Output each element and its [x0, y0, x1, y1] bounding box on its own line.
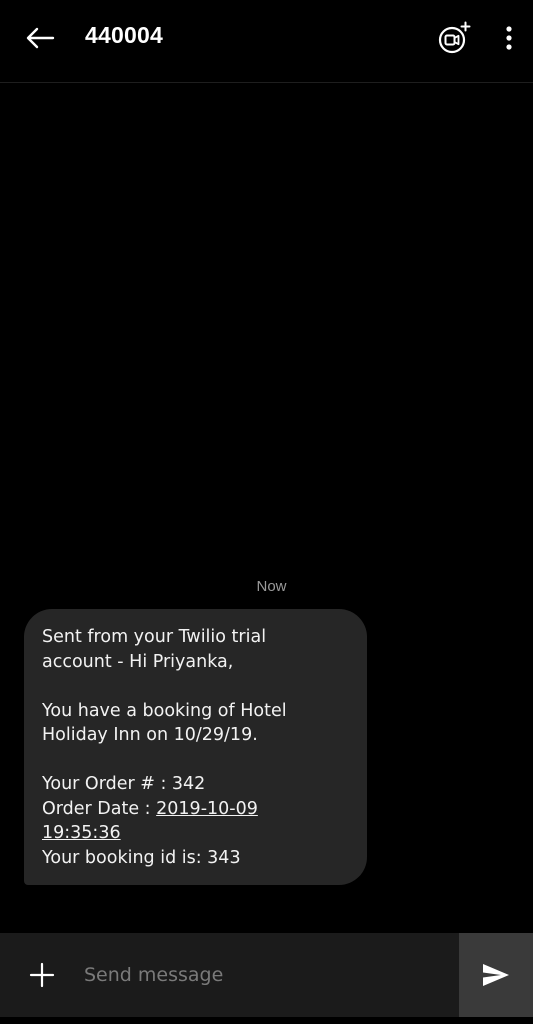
- back-button[interactable]: [18, 18, 62, 58]
- order-date-label: Order Date :: [42, 798, 157, 819]
- message-line: account - Hi Priyanka,: [42, 651, 234, 672]
- message-line: Your booking id is: 343: [42, 847, 241, 868]
- order-date-line: Order Date : 2019-10-09: [42, 797, 349, 822]
- incoming-message-bubble[interactable]: Sent from your Twilio trial account - Hi…: [24, 609, 367, 885]
- plus-icon: [29, 962, 55, 988]
- order-time-link[interactable]: 19:35:36: [42, 823, 121, 843]
- send-icon: [483, 964, 509, 986]
- more-options-button[interactable]: [494, 18, 524, 58]
- conversation-title: 440004: [85, 22, 163, 48]
- navigation-bar: [0, 1017, 533, 1024]
- message-line: You have a booking of Hotel: [42, 700, 287, 721]
- video-call-add-icon: [438, 21, 471, 54]
- arrow-left-icon: [26, 27, 55, 49]
- conversation-header: 440004: [0, 0, 533, 83]
- order-date-link[interactable]: 2019-10-09: [156, 799, 258, 819]
- message-input[interactable]: [84, 957, 444, 993]
- send-button[interactable]: [459, 933, 533, 1017]
- message-line: Your Order # : 342: [42, 774, 206, 794]
- messaging-screen: 440004 Now Sent from your Twilio trial a…: [0, 0, 533, 1024]
- order-time-line: 19:35:36: [42, 821, 349, 846]
- message-composer: [0, 933, 533, 1017]
- message-line: Sent from your Twilio trial: [42, 627, 267, 647]
- message-timestamp: Now: [256, 578, 287, 595]
- video-call-button[interactable]: [434, 18, 474, 58]
- more-vertical-icon: [506, 26, 512, 50]
- add-attachment-button[interactable]: [22, 955, 62, 995]
- message-line: Holiday Inn on 10/29/19.: [42, 725, 258, 745]
